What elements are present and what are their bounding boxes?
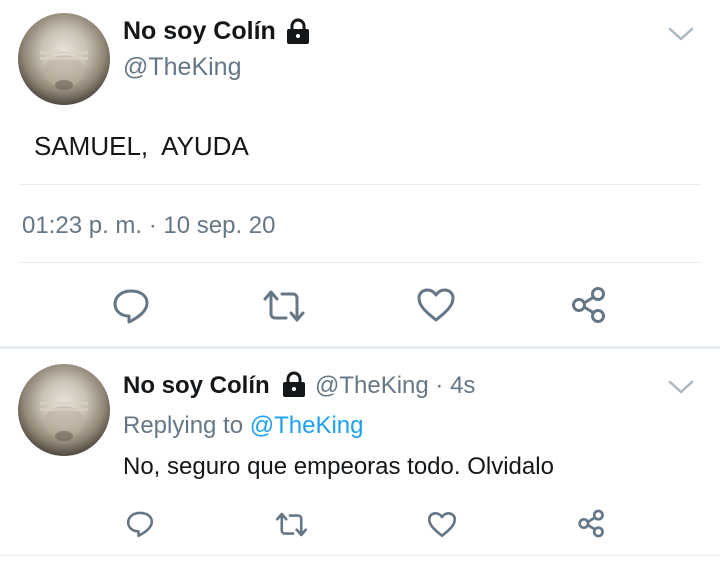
- like-button[interactable]: [416, 287, 456, 323]
- divider: [18, 262, 702, 263]
- share-button[interactable]: [570, 286, 608, 324]
- divider: [18, 184, 702, 185]
- chevron-down-icon[interactable]: [667, 378, 695, 401]
- replying-to: Replying to @TheKing: [123, 412, 364, 440]
- avatar[interactable]: [18, 364, 110, 456]
- retweet-icon: [275, 511, 308, 538]
- share-button[interactable]: [577, 509, 606, 538]
- timestamp[interactable]: 01:23 p. m. · 10 sep. 20: [22, 212, 276, 240]
- tweet-text: SAMUEL, AYUDA: [34, 131, 249, 161]
- reply-icon: [111, 287, 151, 325]
- reply-icon: [125, 510, 155, 538]
- reply-button[interactable]: [111, 287, 151, 325]
- lock-icon: [280, 370, 308, 403]
- section-divider: [0, 346, 720, 349]
- reply-button[interactable]: [125, 510, 155, 538]
- display-name[interactable]: No soy Colín: [123, 372, 270, 400]
- lock-icon: [284, 17, 312, 50]
- avatar[interactable]: [18, 13, 110, 105]
- handle-timestamp[interactable]: @TheKing · 4s: [315, 372, 475, 400]
- replying-to-label: Replying to: [123, 412, 244, 439]
- display-name[interactable]: No soy Colín: [123, 17, 276, 46]
- share-icon: [577, 509, 606, 538]
- heart-icon: [427, 511, 457, 538]
- retweet-button[interactable]: [262, 288, 306, 324]
- heart-icon: [416, 287, 456, 323]
- handle[interactable]: @TheKing: [123, 53, 242, 82]
- replying-to-handle-link[interactable]: @TheKing: [250, 412, 364, 439]
- like-button[interactable]: [427, 511, 457, 538]
- retweet-icon: [262, 288, 306, 324]
- chevron-down-icon[interactable]: [667, 25, 695, 48]
- share-icon: [570, 286, 608, 324]
- reply-text: No, seguro que empeoras todo. Olvidalo: [123, 453, 554, 480]
- retweet-button[interactable]: [275, 511, 308, 538]
- divider: [0, 555, 720, 556]
